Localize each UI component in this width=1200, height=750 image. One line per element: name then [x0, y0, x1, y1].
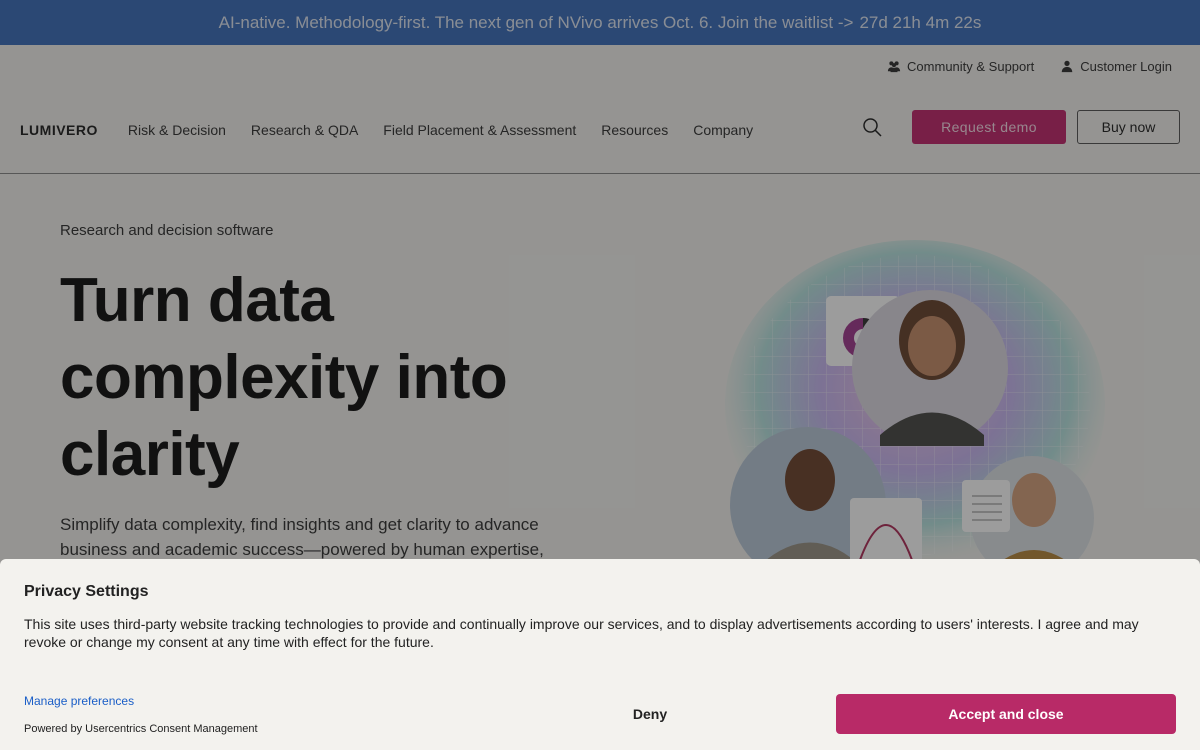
customer-login-label: Customer Login — [1080, 58, 1172, 74]
consent-body: This site uses third-party website track… — [24, 616, 1139, 650]
deny-button[interactable]: Deny — [560, 694, 740, 734]
main-nav: LUMIVERO Risk & Decision Research & QDA … — [0, 87, 1200, 174]
manage-preferences-link[interactable]: Manage preferences — [24, 694, 134, 708]
announcement-text[interactable]: AI-native. Methodology-first. The next g… — [219, 13, 854, 33]
user-icon — [1061, 60, 1073, 73]
announcement-bar[interactable]: AI-native. Methodology-first. The next g… — [0, 0, 1200, 45]
group-icon — [887, 61, 901, 73]
community-support-label: Community & Support — [907, 58, 1035, 74]
consent-title: Privacy Settings — [24, 583, 149, 600]
privacy-consent-banner: Privacy Settings This site uses third-pa… — [0, 559, 1200, 750]
nav-item-risk-decision[interactable]: Risk & Decision — [128, 122, 226, 138]
lumivero-logo[interactable]: LUMIVERO — [20, 122, 98, 138]
search-button[interactable] — [861, 116, 883, 138]
hero-eyebrow: Research and decision software — [60, 222, 274, 239]
accept-and-close-button[interactable]: Accept and close — [836, 694, 1176, 734]
customer-login-link[interactable]: Customer Login — [1060, 59, 1172, 74]
nav-item-research-qda[interactable]: Research & QDA — [251, 122, 358, 138]
nav-item-field-placement[interactable]: Field Placement & Assessment — [383, 122, 576, 138]
hero-title: Turn data complexity into clarity — [60, 266, 508, 489]
hero-subtitle: Simplify data complexity, find insights … — [60, 515, 544, 559]
utility-bar: Community & Support Customer Login — [0, 45, 1200, 87]
search-icon — [863, 118, 882, 137]
powered-by-text: Powered by Usercentrics Consent Manageme… — [24, 723, 258, 735]
buy-now-button[interactable]: Buy now — [1077, 110, 1180, 144]
hero-illustration — [725, 240, 1105, 570]
nav-menu: Risk & Decision Research & QDA Field Pla… — [128, 122, 753, 138]
request-demo-button[interactable]: Request demo — [912, 110, 1066, 144]
announcement-countdown: 27d 21h 4m 22s — [859, 12, 982, 32]
community-support-link[interactable]: Community & Support — [887, 59, 1034, 74]
nav-item-company[interactable]: Company — [693, 122, 753, 138]
nav-item-resources[interactable]: Resources — [601, 122, 668, 138]
